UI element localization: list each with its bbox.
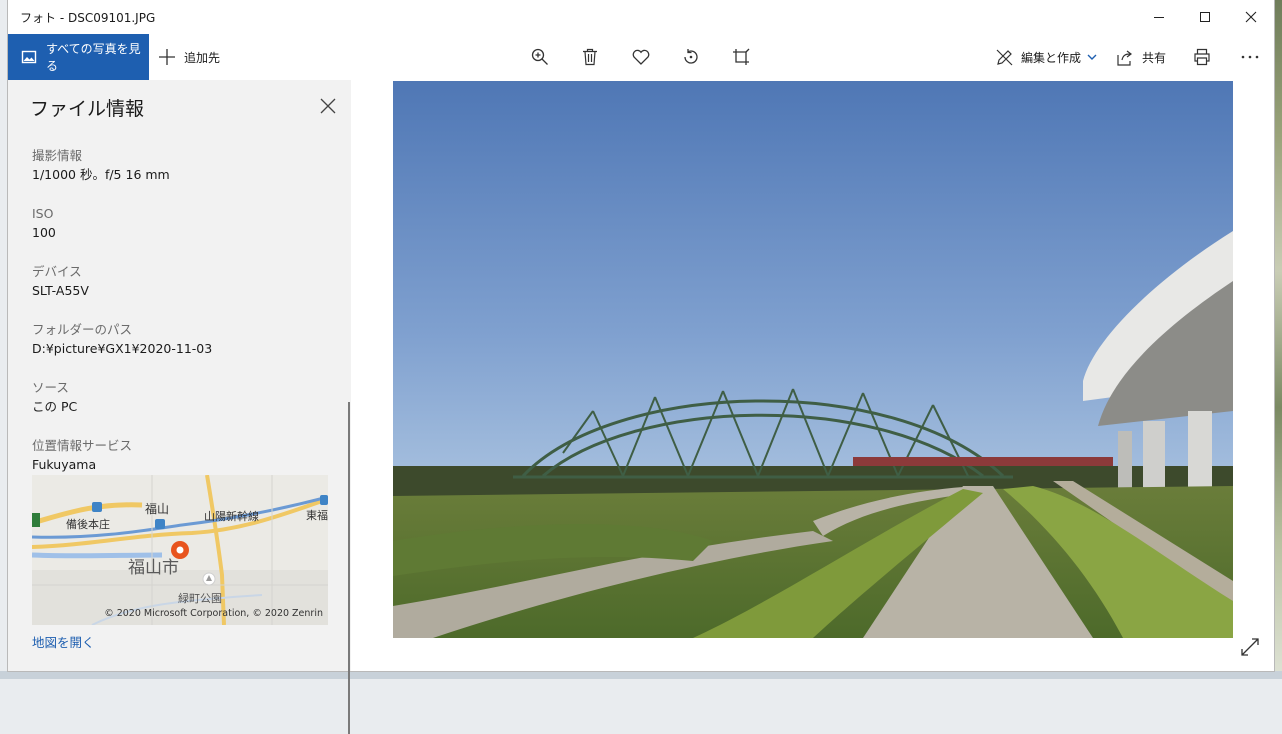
map-label: 山陽新幹線 <box>204 509 259 523</box>
crop-icon <box>733 48 750 65</box>
rotate-icon <box>684 49 698 64</box>
fullscreen-button[interactable] <box>1240 637 1260 657</box>
map-label: 緑町公園 <box>178 591 222 605</box>
info-label: 位置情報サービス <box>32 438 133 453</box>
info-label: 撮影情報 <box>32 148 83 163</box>
share-button[interactable]: 共有 <box>1117 34 1166 80</box>
info-value: この PC <box>32 399 78 414</box>
desktop-background-edge <box>1274 0 1282 679</box>
add-to-button[interactable]: 追加先 <box>158 34 220 80</box>
edit-create-button[interactable]: 編集と作成 <box>996 34 1097 80</box>
print-button[interactable] <box>1186 43 1218 71</box>
photo-view[interactable] <box>393 81 1233 638</box>
info-shooting: 撮影情報 1/1000 秒。f/5 16 mm <box>32 147 170 185</box>
map-label: 福山市 <box>128 558 179 578</box>
delete-button[interactable] <box>574 43 606 71</box>
info-label: ソース <box>32 380 69 395</box>
favorite-button[interactable] <box>625 43 657 71</box>
rotate-button[interactable] <box>675 43 707 71</box>
more-icon <box>1241 55 1259 59</box>
share-label: 共有 <box>1142 50 1167 65</box>
see-all-photos-button[interactable]: すべての写真を見る <box>8 34 149 80</box>
plus-icon <box>159 49 175 65</box>
info-folder-path: フォルダーのパス D:¥picture¥GX1¥2020-11-03 <box>32 321 212 359</box>
more-options-button[interactable] <box>1234 43 1266 71</box>
edit-create-label: 編集と作成 <box>1021 50 1082 65</box>
print-icon <box>1194 48 1210 66</box>
close-window-button[interactable] <box>1228 0 1274 34</box>
photo-icon <box>21 49 37 65</box>
info-value: D:¥picture¥GX1¥2020-11-03 <box>32 341 213 356</box>
minimize-button[interactable] <box>1136 0 1182 34</box>
add-to-label: 追加先 <box>184 50 221 65</box>
file-info-panel: ファイル情報 撮影情報 1/1000 秒。f/5 16 mm ISO 100 デ… <box>8 80 351 734</box>
delete-icon <box>583 48 597 66</box>
info-label: ISO <box>32 206 54 221</box>
chevron-down-icon <box>1087 54 1097 60</box>
open-map-link[interactable]: 地図を開く <box>32 632 95 651</box>
info-location: 位置情報サービス Fukuyama <box>32 437 132 475</box>
map-label: 備後本庄 <box>66 517 110 531</box>
expand-icon <box>1241 638 1259 656</box>
panel-title: ファイル情報 <box>30 98 145 120</box>
edit-icon <box>996 49 1013 65</box>
map-graphic: 福山 山陽新幹線 備後本庄 東福 福山市 緑町公園 <box>32 475 328 625</box>
close-icon <box>1245 11 1257 23</box>
info-value: Fukuyama <box>32 457 97 472</box>
map-label: 東福 <box>306 508 328 522</box>
photos-app-window: フォト - DSC09101.JPG すべての写真を見る 追加先 編集と作成 共… <box>8 0 1274 734</box>
map-pin-icon <box>171 541 189 559</box>
info-iso: ISO 100 <box>32 205 56 243</box>
zoom-button[interactable] <box>524 43 556 71</box>
panel-scrollbar[interactable] <box>348 402 350 734</box>
zoom-in-icon <box>531 48 548 65</box>
map-label: 福山 <box>145 501 169 516</box>
info-device: デバイス SLT-A55V <box>32 263 89 301</box>
info-value: SLT-A55V <box>32 283 89 298</box>
location-map[interactable]: 福山 山陽新幹線 備後本庄 東福 福山市 緑町公園 © 2020 Microso… <box>32 475 328 625</box>
window-title: フォト - DSC09101.JPG <box>20 11 156 25</box>
minimize-icon <box>1154 17 1164 18</box>
share-icon <box>1117 50 1132 66</box>
command-bar: すべての写真を見る 追加先 編集と作成 共有 <box>8 34 1274 80</box>
maximize-icon <box>1200 12 1210 22</box>
info-label: フォルダーのパス <box>32 322 133 337</box>
see-all-photos-label: すべての写真を見る <box>46 42 141 73</box>
info-label: デバイス <box>32 264 82 279</box>
desktop-taskbar-edge <box>0 671 1282 679</box>
heart-icon <box>632 49 650 65</box>
maximize-button[interactable] <box>1182 0 1228 34</box>
crop-button[interactable] <box>725 43 757 71</box>
map-copyright: © 2020 Microsoft Corporation, © 2020 Zen… <box>104 608 323 619</box>
info-value: 100 <box>32 225 56 240</box>
title-bar: フォト - DSC09101.JPG <box>8 0 1274 34</box>
bridge-photo <box>393 81 1233 638</box>
info-source: ソース この PC <box>32 379 77 417</box>
close-panel-button[interactable] <box>316 94 340 118</box>
close-icon <box>320 98 336 114</box>
info-value: 1/1000 秒。f/5 16 mm <box>32 167 170 182</box>
